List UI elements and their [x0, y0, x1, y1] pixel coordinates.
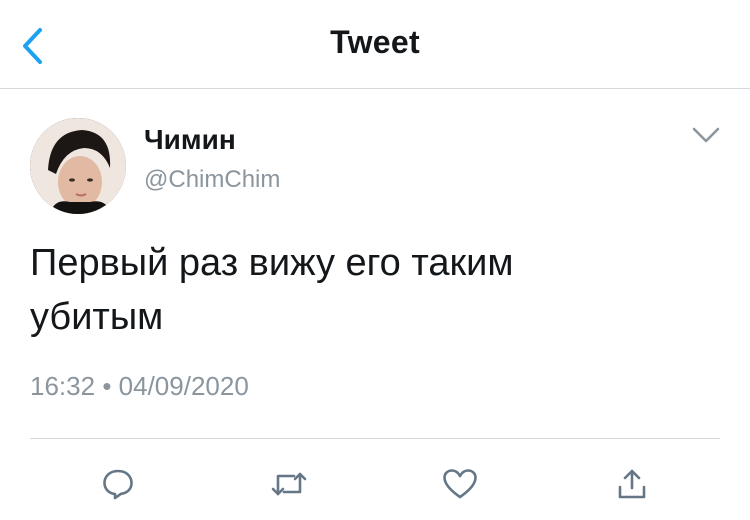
chevron-down-icon: [692, 127, 720, 143]
avatar[interactable]: [30, 118, 126, 214]
more-options-button[interactable]: [688, 120, 724, 150]
timestamp-separator: •: [102, 371, 112, 401]
tweet-text-line: убитым: [30, 296, 164, 338]
author-name[interactable]: Чимин: [144, 124, 236, 156]
reply-button[interactable]: [96, 462, 140, 506]
top-bar: Tweet: [0, 0, 750, 89]
page-title: Tweet: [330, 24, 420, 60]
heart-icon: [443, 469, 477, 499]
tweet-text-line: Первый раз вижу его таким: [30, 242, 514, 284]
reply-icon: [103, 469, 133, 500]
tweet-timestamp: 16:32 • 04/09/2020: [30, 371, 249, 402]
retweet-icon: [271, 472, 307, 496]
retweet-button[interactable]: [267, 462, 311, 506]
tweet-text: Первый раз вижу его таким убитым: [30, 236, 720, 344]
divider: [30, 438, 720, 439]
tweet-time: 16:32: [30, 371, 96, 401]
avatar-image: [30, 118, 126, 214]
like-button[interactable]: [438, 462, 482, 506]
share-button[interactable]: [610, 462, 654, 506]
author-handle[interactable]: @ChimChim: [144, 166, 280, 194]
share-icon: [618, 469, 646, 499]
tweet-date: 04/09/2020: [118, 371, 249, 401]
